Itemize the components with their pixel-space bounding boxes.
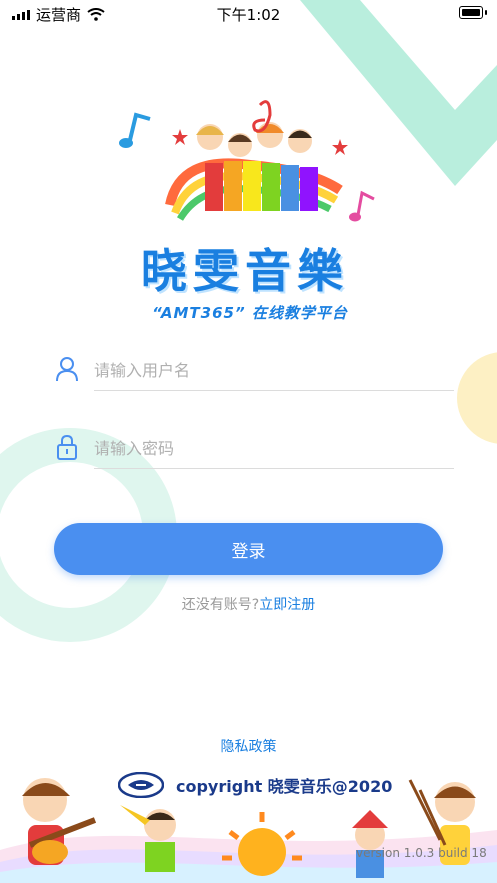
- user-icon: [56, 357, 78, 382]
- password-input[interactable]: [94, 430, 454, 466]
- login-button[interactable]: 登录: [54, 523, 443, 575]
- footer-illustration: [22, 778, 476, 878]
- username-input[interactable]: [94, 352, 454, 388]
- privacy-policy-link[interactable]: 隐私政策: [0, 736, 497, 756]
- battery-tip: [485, 10, 487, 15]
- no-account-text: 还没有账号?: [181, 597, 260, 613]
- lock-icon: [57, 434, 77, 460]
- logo-title: 晓雯音樂: [141, 244, 349, 298]
- logo-illustration: [119, 100, 375, 222]
- username-field: [52, 352, 454, 392]
- battery-icon: [459, 6, 483, 19]
- password-field: [52, 430, 454, 470]
- status-time: 下午1:02: [216, 6, 281, 24]
- register-link[interactable]: 立即注册: [259, 597, 315, 613]
- logo-subtitle: “AMT365” 在线教学平台: [152, 304, 348, 322]
- version-label: version 1.0.3 build 18: [356, 846, 487, 860]
- username-underline: [94, 390, 454, 391]
- password-underline: [94, 468, 454, 469]
- register-prompt: 还没有账号?立即注册: [0, 594, 497, 614]
- status-bar: 运营商 下午1:02: [0, 0, 497, 26]
